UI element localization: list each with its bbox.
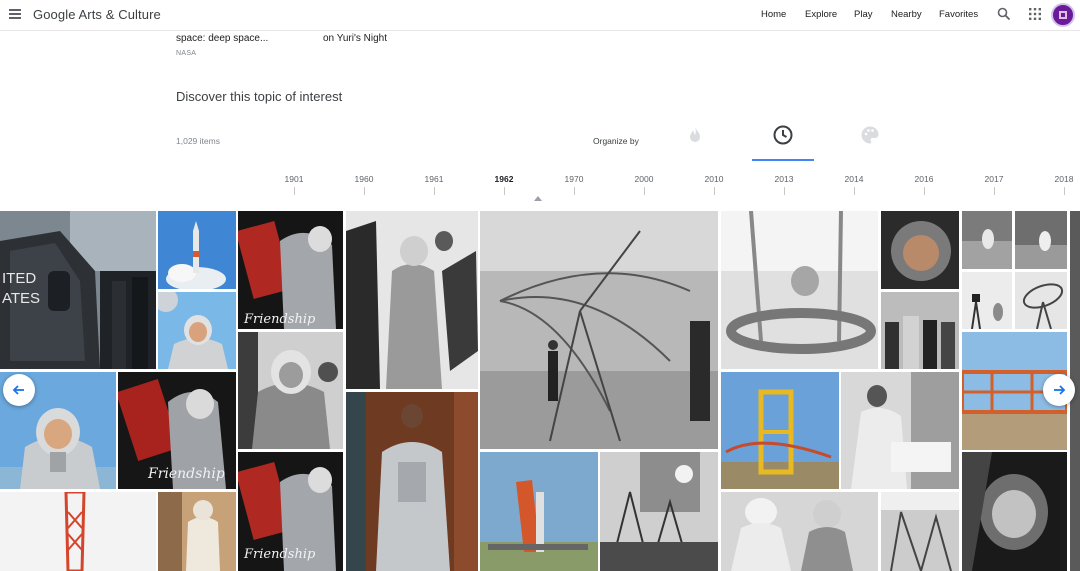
photo-tile-dish-antenna[interactable] xyxy=(1015,272,1067,329)
svg-text:ATES: ATES xyxy=(2,290,40,307)
photo-tile-color-astronaut[interactable] xyxy=(346,392,478,571)
timeline-year[interactable]: 2016 xyxy=(904,174,944,184)
nav-play[interactable]: Play xyxy=(854,9,872,20)
photo-tile-equipment[interactable] xyxy=(881,492,959,571)
friendship-caption: Friendship xyxy=(147,466,225,482)
avatar[interactable] xyxy=(1051,3,1075,27)
timeline-year[interactable]: 2018 xyxy=(1044,174,1080,184)
arrow-left-icon[interactable] xyxy=(3,374,35,406)
photo-tile-friendship-poster[interactable]: Friendship xyxy=(238,211,343,329)
timeline-tick xyxy=(434,187,435,195)
photo-tile-suit-fitting[interactable] xyxy=(158,492,236,571)
photo-tile-launch-pad[interactable] xyxy=(480,452,598,571)
timeline-tick xyxy=(784,187,785,195)
friendship-caption: Friendship xyxy=(243,547,316,562)
photo-tile-launch-structure[interactable] xyxy=(600,452,718,571)
photo-tile-training[interactable] xyxy=(841,372,959,489)
photo-tile-astronaut-closeup[interactable] xyxy=(881,211,959,289)
photo-tile-group[interactable] xyxy=(881,292,959,369)
capsule-lettering: ITED xyxy=(2,270,36,287)
nav-nearby[interactable]: Nearby xyxy=(891,9,922,20)
timeline-year-active[interactable]: 1962 xyxy=(484,174,524,184)
photo-tile-friendship-poster[interactable]: Friendship xyxy=(118,372,236,489)
timeline-tick xyxy=(1064,187,1065,195)
timeline-year[interactable]: 1961 xyxy=(414,174,454,184)
timeline-tick xyxy=(714,187,715,195)
timeline-tick xyxy=(644,187,645,195)
timeline-year[interactable]: 2000 xyxy=(624,174,664,184)
photo-tile-capsule[interactable]: ITED ATES xyxy=(0,211,156,369)
photo-tile-antenna-hangar[interactable] xyxy=(480,211,718,449)
photo-tile-cockpit[interactable] xyxy=(962,452,1067,571)
palette-icon[interactable] xyxy=(859,124,881,146)
nav-home[interactable]: Home xyxy=(761,9,786,20)
timeline-tick xyxy=(364,187,365,195)
photo-tile-yellow-rig[interactable] xyxy=(721,372,839,489)
photo-tile-suited-astronaut[interactable] xyxy=(346,211,478,389)
carousel-card-title[interactable]: on Yuri's Night xyxy=(323,33,387,44)
timeline-tick xyxy=(994,187,995,195)
timeline-year[interactable]: 2014 xyxy=(834,174,874,184)
organize-active-indicator xyxy=(752,159,814,161)
timeline-year[interactable]: 2013 xyxy=(764,174,804,184)
item-count: 1,029 items xyxy=(176,136,220,146)
nav-favorites[interactable]: Favorites xyxy=(939,9,978,20)
photo-tile-technicians[interactable] xyxy=(721,492,878,571)
clock-icon[interactable] xyxy=(772,124,794,146)
photo-tile-test-rig[interactable] xyxy=(721,211,878,369)
carousel-card-title[interactable]: space: deep space... xyxy=(176,33,268,44)
arrow-right-icon[interactable] xyxy=(1043,374,1075,406)
photo-tile-friendship-poster[interactable]: Friendship xyxy=(238,452,343,571)
photo-tile-launch[interactable] xyxy=(158,211,236,289)
timeline-year[interactable]: 1970 xyxy=(554,174,594,184)
timeline-tick xyxy=(574,187,575,195)
friendship-caption: Friendship xyxy=(243,312,316,327)
photo-tile-rocket-tower[interactable] xyxy=(0,492,156,571)
photo-tile-astronaut-portrait[interactable] xyxy=(238,332,343,449)
menu-icon[interactable] xyxy=(9,9,21,19)
flame-icon[interactable] xyxy=(684,124,706,146)
organize-by-label: Organize by xyxy=(593,136,639,146)
photo-tile-astronaut-sky[interactable] xyxy=(158,292,236,369)
timeline-tick xyxy=(854,187,855,195)
section-title: Discover this topic of interest xyxy=(176,89,343,104)
timeline-year[interactable]: 2010 xyxy=(694,174,734,184)
timeline-tick xyxy=(504,187,505,195)
apps-grid-icon[interactable] xyxy=(1028,7,1042,21)
timeline-year[interactable]: 1901 xyxy=(274,174,314,184)
photo-tile-moon-surface[interactable] xyxy=(1015,211,1067,269)
nav-explore[interactable]: Explore xyxy=(805,9,837,20)
search-icon[interactable] xyxy=(997,7,1011,21)
top-app-bar: Google Arts & Culture Home Explore Play … xyxy=(0,0,1080,31)
brand-logo[interactable]: Google Arts & Culture xyxy=(33,7,161,22)
timeline-year[interactable]: 2017 xyxy=(974,174,1014,184)
timeline-position-marker xyxy=(534,196,542,201)
carousel-card-source: NASA xyxy=(176,50,197,57)
photo-tile-moon-surface[interactable] xyxy=(962,211,1012,269)
photo-tile-lunar-instrument[interactable] xyxy=(962,272,1012,329)
timeline-tick xyxy=(924,187,925,195)
timeline-tick xyxy=(294,187,295,195)
timeline-year[interactable]: 1960 xyxy=(344,174,384,184)
